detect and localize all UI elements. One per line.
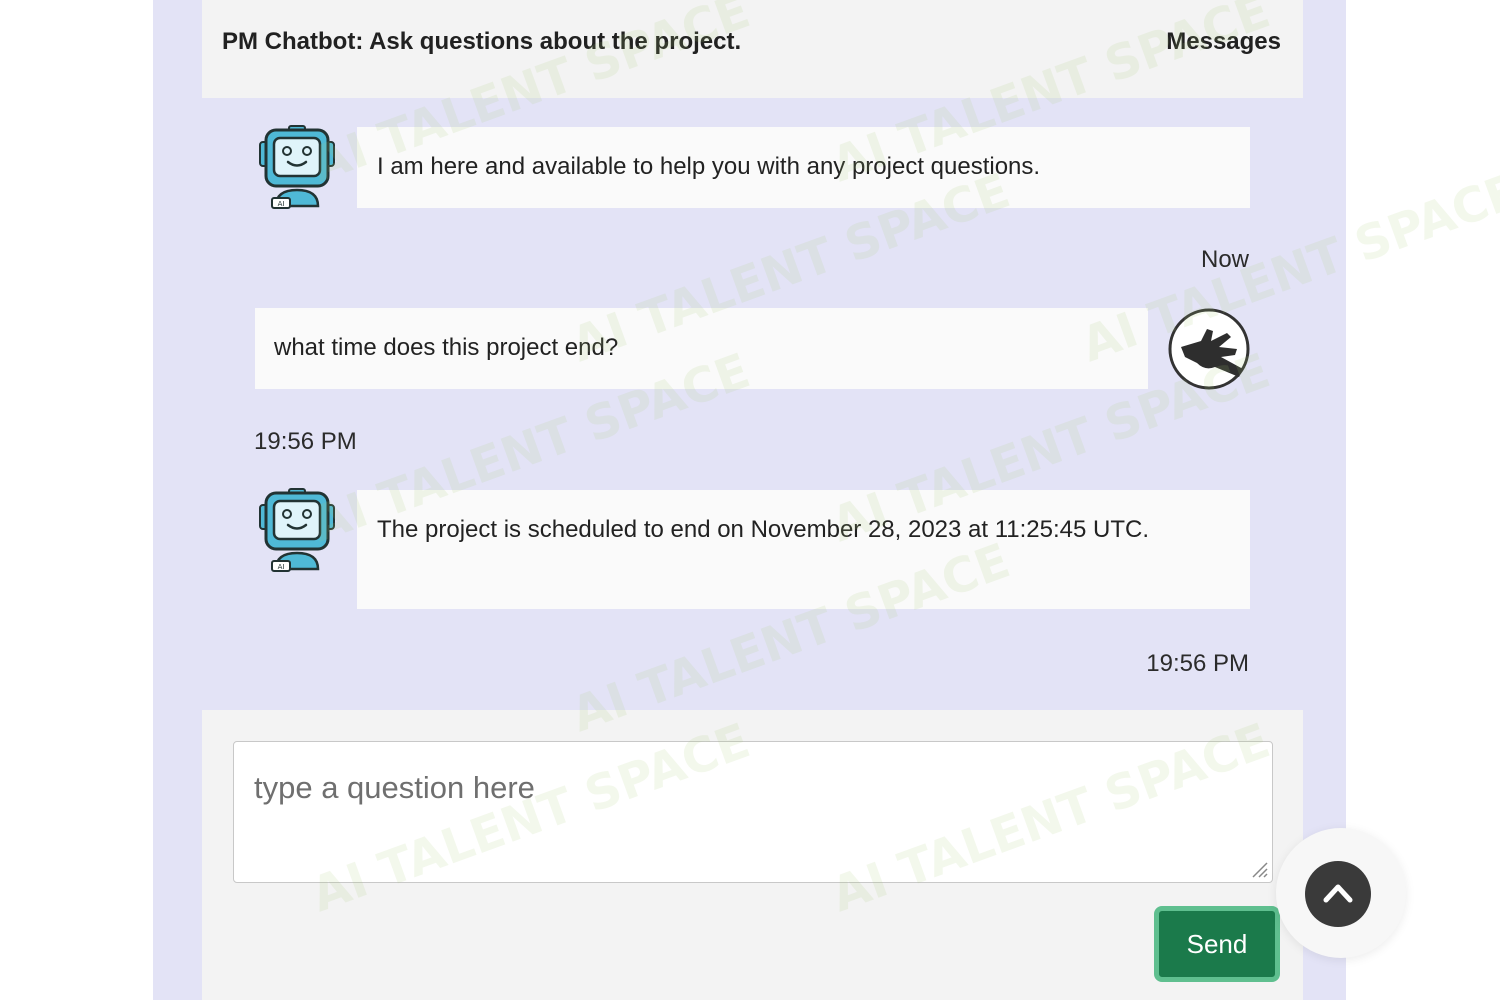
robot-ai-icon: AI: [254, 124, 340, 210]
svg-text:AI: AI: [278, 200, 285, 208]
send-button[interactable]: Send: [1154, 906, 1280, 982]
hand-icon: [1167, 307, 1251, 391]
bot-message-text: The project is scheduled to end on Novem…: [377, 516, 1150, 543]
bot-message-bubble: The project is scheduled to end on Novem…: [357, 490, 1250, 609]
chat-header: PM Chatbot: Ask questions about the proj…: [202, 0, 1303, 98]
message-timestamp: 19:56 PM: [254, 428, 357, 455]
composer: Send: [202, 710, 1303, 1000]
user-message-bubble: what time does this project end?: [255, 308, 1148, 389]
question-input-box[interactable]: [233, 741, 1273, 883]
user-message-text: what time does this project end?: [274, 334, 619, 361]
messages-label: Messages: [1166, 28, 1281, 55]
resize-handle-icon[interactable]: [1250, 860, 1268, 878]
message-timestamp: Now: [1200, 246, 1249, 273]
bot-message-bubble: I am here and available to help you with…: [357, 127, 1250, 208]
chevron-up-icon: [1323, 884, 1353, 903]
chat-title: PM Chatbot: Ask questions about the proj…: [222, 28, 742, 55]
question-input[interactable]: [234, 742, 1272, 882]
message-list[interactable]: AI I am here and available to help you w…: [202, 98, 1303, 710]
message-timestamp: 19:56 PM: [1146, 650, 1249, 677]
robot-ai-icon: AI: [254, 487, 340, 573]
chat-panel: PM Chatbot: Ask questions about the proj…: [202, 0, 1303, 1000]
svg-text:AI: AI: [278, 563, 285, 571]
bot-message-text: I am here and available to help you with…: [377, 153, 1041, 180]
scroll-top-button[interactable]: [1305, 861, 1371, 927]
